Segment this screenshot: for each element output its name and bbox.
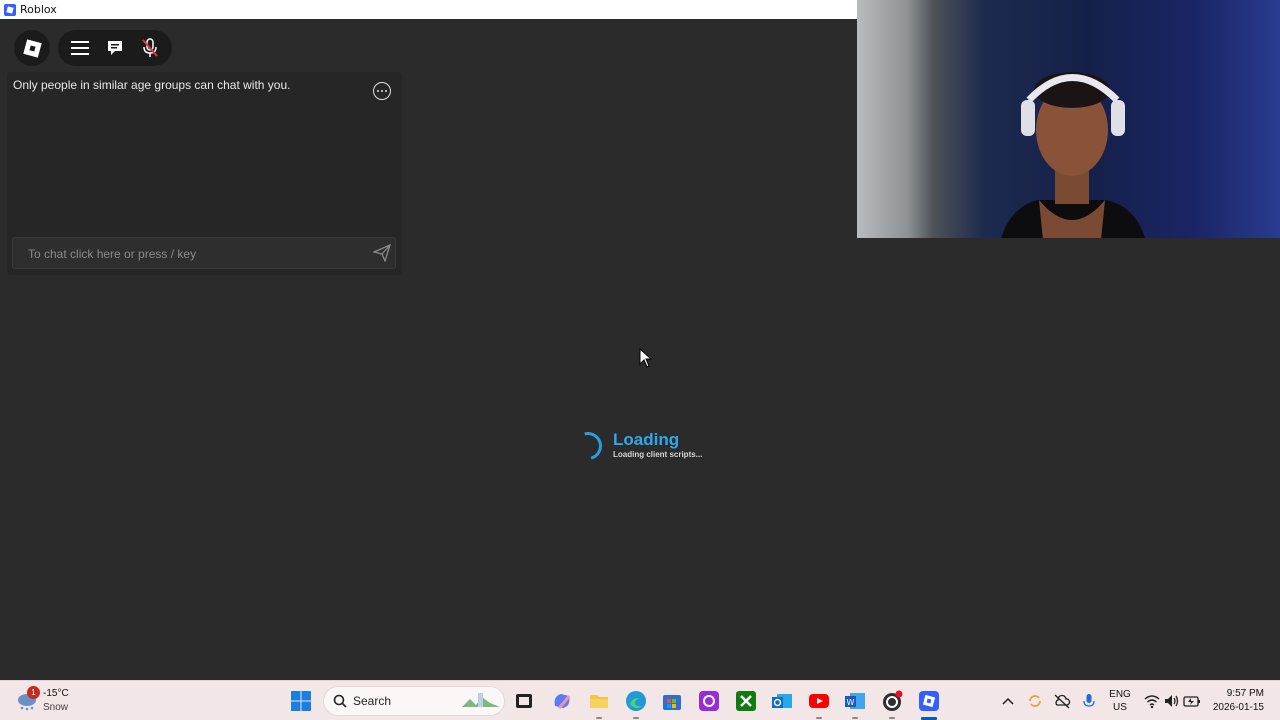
word-icon[interactable]: W (844, 690, 866, 712)
clock-date: 2026-01-15 (1212, 702, 1264, 713)
chat-bubble-icon (107, 41, 122, 55)
roblox-menu-button[interactable] (14, 30, 50, 66)
region-code: US (1113, 702, 1127, 713)
clock-time: 9:57 PM (1226, 688, 1264, 699)
outlook-icon[interactable] (771, 690, 793, 712)
windows-start-icon[interactable] (290, 690, 312, 712)
roblox-icon[interactable] (918, 690, 940, 712)
app-icon[interactable] (698, 690, 720, 712)
loading-status: Loading client scripts... (613, 450, 703, 459)
running-indicator (852, 717, 858, 719)
chat-toggle-button[interactable] (99, 32, 131, 64)
svg-text:W: W (847, 698, 855, 707)
weather-temperature: -15°C (43, 688, 69, 699)
voice-mic-button[interactable] (134, 32, 166, 64)
language-indicator[interactable]: ENG US (1106, 688, 1134, 714)
battery-icon[interactable] (1183, 690, 1201, 712)
running-indicator (633, 717, 639, 719)
chevron-up-icon[interactable] (1000, 690, 1016, 712)
mouse-cursor-icon (639, 348, 653, 368)
obs-icon[interactable] (881, 690, 903, 712)
wifi-icon[interactable] (1143, 690, 1161, 712)
chat-input-container (12, 237, 396, 270)
hamburger-menu-icon (70, 41, 89, 55)
more-options-icon[interactable] (373, 82, 391, 100)
roblox-logo-icon (22, 38, 42, 58)
copilot-icon[interactable] (551, 690, 573, 712)
taskbar-search[interactable]: Search (323, 686, 505, 716)
send-icon[interactable] (373, 244, 391, 262)
running-indicator (816, 717, 822, 719)
xbox-icon[interactable] (735, 690, 757, 712)
taskbar: 1 -15°C Snow Search W ENG US 9:57 PM 202… (0, 680, 1280, 720)
running-indicator (889, 717, 895, 719)
task-view-icon[interactable] (513, 690, 535, 712)
youtube-icon[interactable] (808, 690, 830, 712)
loading-title: Loading (613, 430, 680, 449)
sync-icon[interactable] (1026, 690, 1044, 712)
chat-window: Only people in similar age groups can ch… (7, 72, 402, 275)
window-title: Roblox (20, 3, 57, 16)
microsoft-store-icon[interactable] (661, 690, 683, 712)
roblox-app-icon (4, 3, 16, 16)
cloud-off-icon[interactable] (1053, 690, 1071, 712)
search-icon (333, 694, 347, 708)
topbar-controls (58, 30, 172, 66)
window-titlebar[interactable]: Roblox (0, 0, 857, 19)
edge-icon[interactable] (625, 690, 647, 712)
microphone-muted-icon (142, 38, 159, 57)
chat-age-notice: Only people in similar age groups can ch… (13, 78, 291, 92)
running-indicator (596, 717, 602, 719)
taskbar-clock[interactable]: 9:57 PM 2026-01-15 (1213, 687, 1264, 715)
file-explorer-icon[interactable] (588, 690, 610, 712)
search-label: Search (353, 694, 392, 708)
weather-badge: 1 (27, 686, 40, 699)
volume-icon[interactable] (1163, 690, 1181, 712)
microphone-icon[interactable] (1080, 690, 1098, 712)
weather-widget[interactable]: 1 -15°C Snow (14, 685, 94, 717)
search-highlight-icon (462, 693, 500, 707)
chat-input[interactable] (13, 238, 380, 270)
streamer-figure (1001, 72, 1145, 238)
webcam-overlay (857, 0, 1280, 238)
loading-spinner-icon (568, 426, 608, 466)
language-code: ENG (1109, 689, 1131, 700)
loading-indicator: Loading Loading client scripts... (568, 426, 714, 466)
weather-condition: Snow (43, 702, 69, 713)
menu-button[interactable] (64, 32, 96, 64)
